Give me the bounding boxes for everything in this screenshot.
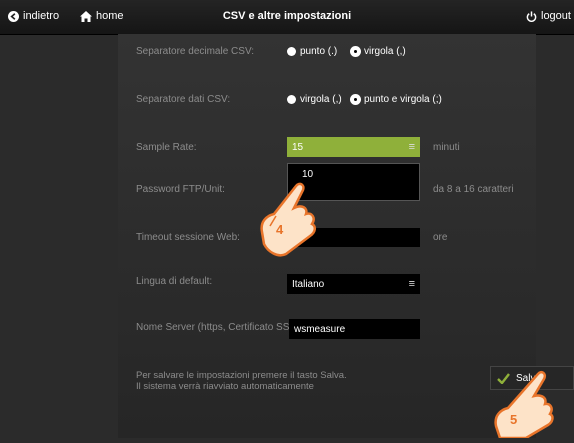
radio-checked-icon bbox=[351, 95, 360, 104]
data-option-semicolon[interactable]: punto e virgola (;) bbox=[351, 94, 442, 105]
step-4-number: 4 bbox=[276, 222, 284, 237]
step-4-callout: 4 bbox=[256, 178, 322, 258]
decimal-option-point[interactable]: punto (.) bbox=[287, 46, 337, 57]
radio-unchecked-icon bbox=[287, 95, 296, 104]
save-note-line1: Per salvare le impostazioni premere il t… bbox=[136, 370, 347, 381]
decimal-option-comma-label: virgola (,) bbox=[364, 46, 406, 57]
language-value: Italiano bbox=[292, 278, 325, 290]
sample-rate-unit: minuti bbox=[433, 142, 460, 153]
server-name-input[interactable]: wsmeasure bbox=[289, 319, 420, 339]
radio-checked-icon bbox=[351, 47, 360, 56]
data-option-semicolon-label: punto e virgola (;) bbox=[364, 94, 442, 105]
save-note: Per salvare le impostazioni premere il t… bbox=[136, 370, 347, 392]
logout-button[interactable]: logout bbox=[526, 10, 571, 22]
server-name-value: wsmeasure bbox=[294, 323, 346, 335]
decimal-option-point-label: punto (.) bbox=[300, 46, 338, 57]
pointing-hand-icon bbox=[260, 182, 316, 257]
sample-rate-select[interactable]: 15 ≡ bbox=[287, 137, 420, 157]
top-bar: indietro home CSV e altre impostazioni l… bbox=[0, 0, 574, 35]
web-timeout-unit: ore bbox=[433, 232, 448, 243]
sample-rate-label: Sample Rate: bbox=[136, 142, 197, 153]
menu-icon: ≡ bbox=[408, 278, 415, 290]
ftp-password-hint: da 8 a 16 caratteri bbox=[433, 184, 514, 195]
radio-unchecked-icon bbox=[287, 47, 296, 56]
pointing-hand-icon bbox=[494, 370, 554, 440]
ftp-password-label: Password FTP/Unit: bbox=[136, 184, 225, 195]
sample-rate-value: 15 bbox=[292, 141, 304, 153]
power-icon bbox=[526, 10, 537, 22]
data-option-comma-label: virgola (,) bbox=[300, 94, 342, 105]
server-name-label: Nome Server (https, Certificato SSL): bbox=[136, 322, 302, 333]
step-5-callout: 5 bbox=[492, 370, 556, 440]
data-separator-label: Separatore dati CSV: bbox=[136, 94, 231, 105]
step-5-number: 5 bbox=[510, 412, 518, 427]
save-note-line2: Il sistema verrà riavviato automaticamen… bbox=[136, 381, 314, 392]
language-label: Lingua di default: bbox=[136, 276, 213, 287]
web-timeout-label: Timeout sessione Web: bbox=[136, 232, 240, 243]
page-title: CSV e altre impostazioni bbox=[222, 10, 352, 22]
menu-icon: ≡ bbox=[408, 141, 415, 153]
data-option-comma[interactable]: virgola (,) bbox=[287, 94, 342, 105]
logout-label: logout bbox=[541, 10, 571, 22]
decimal-separator-label: Separatore decimale CSV: bbox=[136, 46, 255, 57]
decimal-option-comma[interactable]: virgola (,) bbox=[351, 46, 406, 57]
language-select[interactable]: Italiano ≡ bbox=[287, 274, 420, 294]
